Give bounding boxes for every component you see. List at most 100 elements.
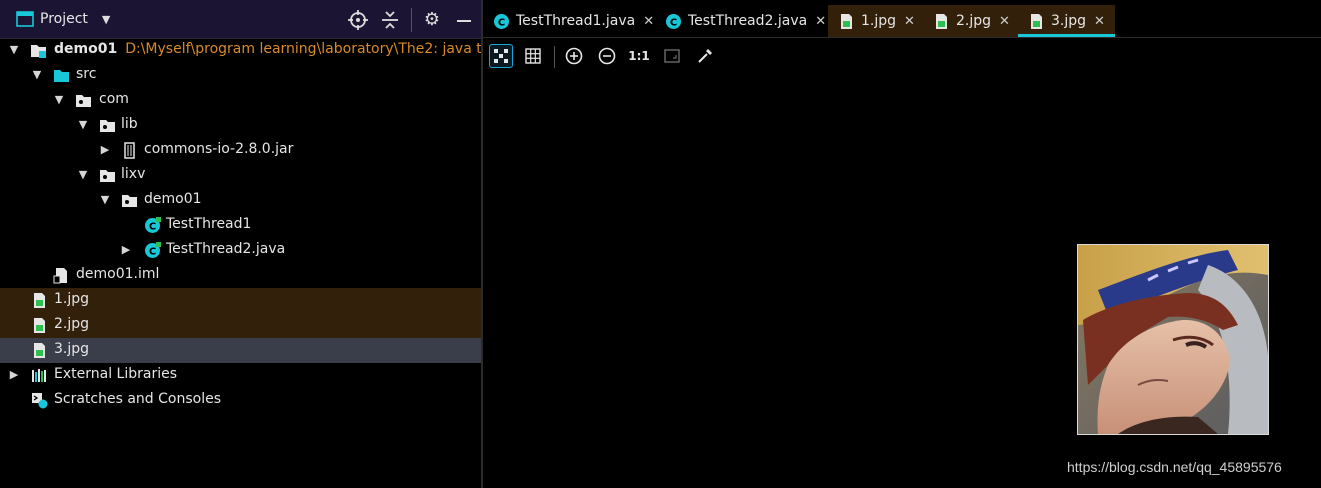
tab-testthread1-java[interactable]: C TestThread1.java ✕ (483, 5, 664, 37)
image-file-icon (34, 293, 45, 308)
source-folder-icon (54, 70, 69, 82)
tree-item-2-jpg[interactable]: 2.jpg (0, 313, 481, 338)
tree-item-label: lib (121, 116, 138, 132)
project-window-icon (16, 11, 34, 27)
fit-to-window-icon (664, 49, 680, 63)
tree-item-external-libraries[interactable]: ▶ External Libraries (0, 363, 481, 388)
expand-arrow-icon[interactable]: ▶ (99, 144, 111, 156)
tree-item-demo01-module[interactable]: ▼ demo01 D:\Myself\program learning\labor… (0, 38, 481, 63)
tab-label: 3.jpg (1051, 13, 1087, 29)
color-picker-button[interactable] (693, 44, 717, 68)
image-file-icon (1031, 13, 1042, 29)
image-preview (1077, 244, 1269, 435)
eyedropper-icon (698, 49, 712, 63)
grid-toggle-button[interactable] (521, 44, 545, 68)
zoom-out-button[interactable] (595, 44, 619, 68)
tree-item-src[interactable]: ▼ src (0, 63, 481, 88)
image-file-icon (34, 318, 45, 333)
chessboard-toggle-button[interactable] (489, 44, 513, 68)
tab-label: 1.jpg (861, 13, 897, 29)
settings-button[interactable]: ⚙ (422, 10, 442, 30)
project-view-selector[interactable]: Project ▼ (16, 8, 110, 30)
tab-label: 2.jpg (956, 13, 992, 29)
close-icon[interactable]: ✕ (815, 14, 826, 29)
tree-item-1-jpg[interactable]: 1.jpg (0, 288, 481, 313)
jar-icon (124, 142, 135, 159)
watermark: https://blog.csdn.net/qq_45895576 (1067, 459, 1282, 475)
crosshair-icon (348, 10, 368, 30)
tab-1-jpg[interactable]: 1.jpg ✕ (828, 5, 925, 37)
tree-item-label: 1.jpg (54, 291, 90, 307)
tree-item-label: commons-io-2.8.0.jar (144, 141, 294, 157)
project-panel-header: Project ▼ ⚙ (0, 0, 481, 39)
svg-text:C: C (149, 222, 156, 233)
scratches-icon (32, 393, 48, 409)
tree-item-3-jpg[interactable]: 3.jpg (0, 338, 481, 363)
tab-label: TestThread2.java (688, 13, 808, 29)
tab-3-jpg[interactable]: 3.jpg ✕ (1018, 5, 1115, 37)
fit-zoom-button[interactable] (660, 44, 684, 68)
expand-arrow-icon[interactable]: ▼ (8, 44, 20, 56)
anime-character-image (1078, 245, 1268, 434)
expand-arrow-icon[interactable]: ▼ (53, 94, 65, 106)
zoom-in-button[interactable] (562, 44, 586, 68)
svg-text:C: C (149, 247, 156, 258)
image-file-icon (936, 13, 947, 29)
tab-2-jpg[interactable]: 2.jpg ✕ (923, 5, 1020, 37)
project-title: Project (40, 11, 88, 27)
tree-item-label: src (76, 66, 97, 82)
minimize-icon (457, 19, 471, 22)
iml-file-icon (53, 268, 67, 284)
close-icon[interactable]: ✕ (999, 14, 1010, 29)
close-icon[interactable]: ✕ (904, 14, 915, 29)
tree-item-label: 2.jpg (54, 316, 90, 332)
libraries-icon (32, 369, 46, 382)
tree-item-commons-io-jar[interactable]: ▶ commons-io-2.8.0.jar (0, 138, 481, 163)
actual-size-button[interactable]: 1:1 (627, 44, 651, 68)
tree-item-demo01-package[interactable]: ▼ demo01 (0, 188, 481, 213)
hide-panel-button[interactable] (454, 10, 474, 30)
locate-file-button[interactable] (348, 10, 368, 30)
collapse-all-icon (382, 11, 398, 29)
tree-item-lib[interactable]: ▼ lib (0, 113, 481, 138)
zoom-in-icon (565, 47, 583, 65)
toolbar-separator (554, 46, 555, 68)
close-icon[interactable]: ✕ (1094, 14, 1105, 29)
expand-arrow-icon[interactable]: ▶ (8, 369, 20, 381)
expand-arrow-icon[interactable]: ▼ (99, 194, 111, 206)
tab-label: TestThread1.java (516, 13, 636, 29)
image-file-icon (34, 343, 45, 358)
close-icon[interactable]: ✕ (643, 14, 654, 29)
tree-item-label: demo01 (144, 191, 202, 207)
tree-item-label: TestThread2.java (166, 241, 286, 257)
tree-item-label: lixv (121, 166, 146, 182)
java-class-icon: C (666, 13, 681, 29)
image-viewer-toolbar: 1:1 (483, 38, 1321, 72)
zoom-out-icon (598, 47, 616, 65)
java-class-icon: C (145, 217, 161, 233)
module-path: D:\Myself\program learning\laboratory\Th… (125, 41, 481, 57)
tree-item-lixv[interactable]: ▼ lixv (0, 163, 481, 188)
expand-arrow-icon[interactable]: ▶ (120, 244, 132, 256)
tree-item-label: External Libraries (54, 366, 177, 382)
tree-item-com[interactable]: ▼ com (0, 88, 481, 113)
package-folder-icon (100, 170, 115, 182)
expand-arrow-icon[interactable]: ▼ (77, 119, 89, 131)
tree-item-demo01-iml[interactable]: demo01.iml (0, 263, 481, 288)
expand-arrow-icon[interactable]: ▼ (77, 169, 89, 181)
tree-item-label: 3.jpg (54, 341, 90, 357)
collapse-all-button[interactable] (380, 10, 400, 30)
tree-item-label: demo01.iml (76, 266, 160, 282)
editor-tab-bar: C TestThread1.java ✕ C TestThread2.java … (483, 0, 1321, 38)
header-separator (411, 8, 412, 32)
tree-item-testthread2[interactable]: ▶ C TestThread2.java (0, 238, 481, 263)
tree-item-testthread1[interactable]: C TestThread1 (0, 213, 481, 238)
tree-item-label: demo01 D:\Myself\program learning\laborat… (54, 41, 481, 57)
tree-item-label: Scratches and Consoles (54, 391, 221, 407)
expand-arrow-icon[interactable]: ▼ (31, 69, 43, 81)
package-folder-icon (76, 95, 91, 107)
tree-item-scratches[interactable]: Scratches and Consoles (0, 388, 481, 413)
tab-testthread2-java[interactable]: C TestThread2.java ✕ (655, 5, 836, 37)
tree-item-label: com (99, 91, 129, 107)
project-panel: Project ▼ ⚙ ▼ demo01 D:\Myself\program l… (0, 0, 481, 488)
